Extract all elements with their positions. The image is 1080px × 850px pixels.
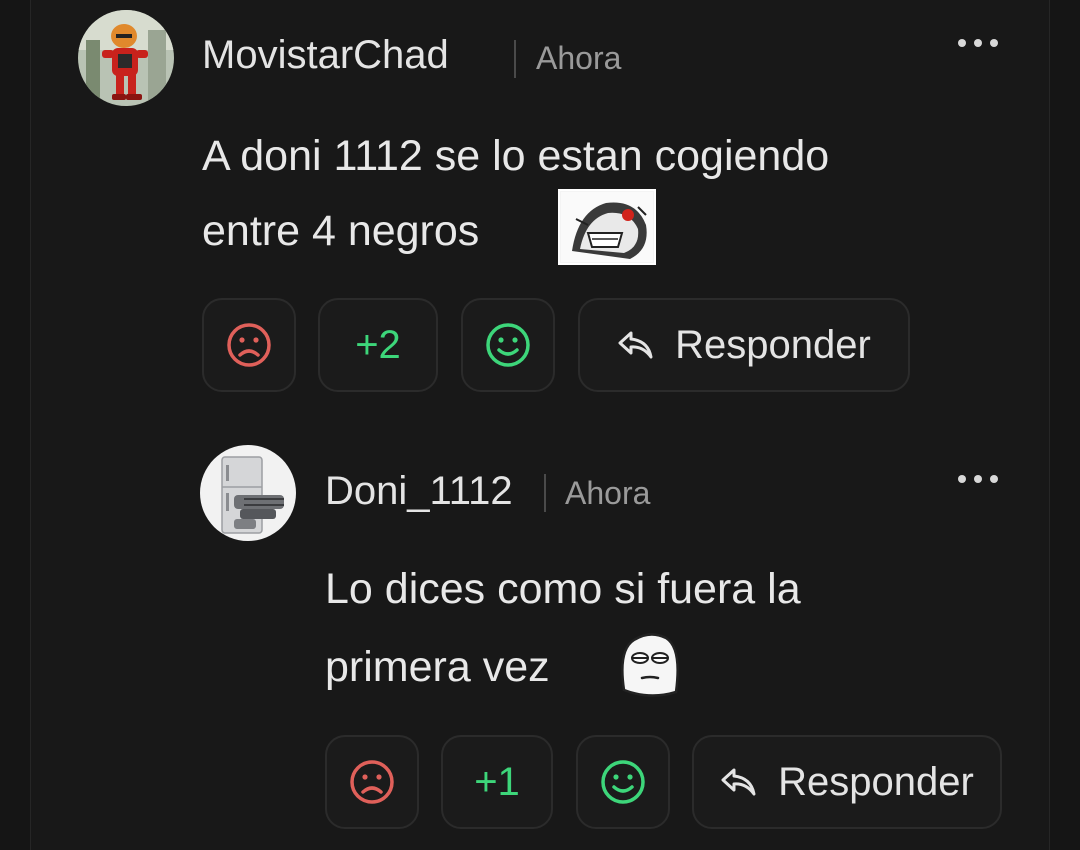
dislike-button[interactable] <box>325 735 419 829</box>
reply-button[interactable]: Responder <box>692 735 1002 829</box>
sad-face-icon <box>350 760 394 804</box>
timestamp: Ahora <box>536 40 622 76</box>
more-options-icon[interactable] <box>958 469 998 489</box>
score-count: +2 <box>355 323 401 367</box>
reply-arrow-icon <box>721 768 756 796</box>
smile-face-icon <box>486 323 530 367</box>
comment-text-line: entre 4 negros <box>202 207 480 255</box>
comment-text-line: primera vez <box>325 643 550 691</box>
like-button[interactable] <box>576 735 670 829</box>
avatar[interactable] <box>200 445 296 541</box>
reply-label: Responder <box>675 323 871 367</box>
score-button[interactable]: +1 <box>441 735 553 829</box>
comment-text-line: Lo dices como si fuera la <box>325 565 801 613</box>
timestamp: Ahora <box>565 475 651 511</box>
more-options-icon[interactable] <box>958 33 998 53</box>
reply-button[interactable]: Responder <box>578 298 910 392</box>
username[interactable]: MovistarChad <box>202 35 449 75</box>
comment-text-line: A doni 1112 se lo estan cogiendo <box>202 132 830 180</box>
score-count: +1 <box>474 760 520 804</box>
reply-label: Responder <box>778 760 974 804</box>
username[interactable]: Doni_1112 <box>325 471 513 511</box>
meme-face-emote-icon <box>614 630 686 707</box>
smile-face-icon <box>601 760 645 804</box>
red-character-avatar-icon <box>78 10 174 106</box>
header-separator <box>514 40 516 78</box>
like-button[interactable] <box>461 298 555 392</box>
avatar[interactable] <box>78 10 174 106</box>
sad-face-icon <box>227 323 271 367</box>
score-button[interactable]: +2 <box>318 298 438 392</box>
fridge-minigun-avatar-icon <box>200 445 296 541</box>
reply-arrow-icon <box>618 331 653 359</box>
rage-face-emote-icon <box>558 189 656 270</box>
comments-panel <box>30 0 1050 850</box>
header-separator <box>544 474 546 512</box>
dislike-button[interactable] <box>202 298 296 392</box>
